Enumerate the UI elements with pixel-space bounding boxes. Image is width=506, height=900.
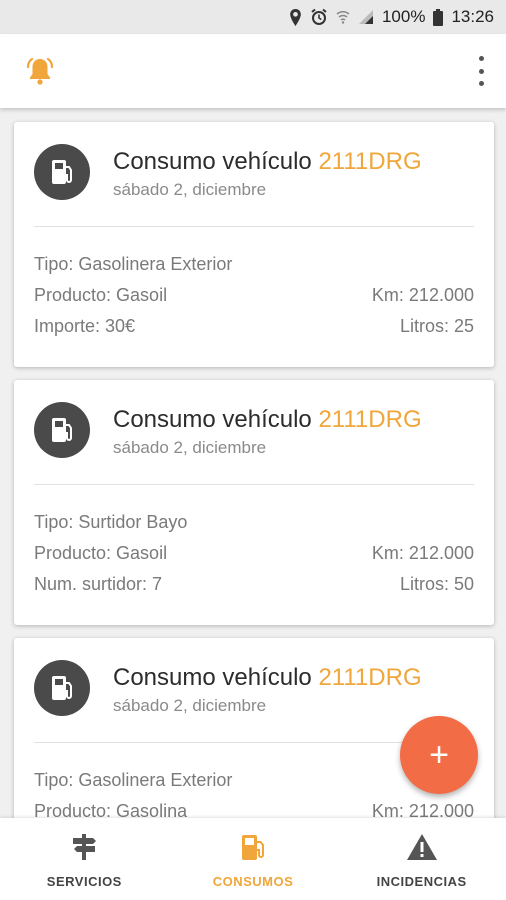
detail-row: Producto: Gasolina Km: 212.000 (34, 801, 474, 818)
divider (34, 226, 474, 227)
app-bar (0, 34, 506, 108)
product: Producto: Gasolina (34, 801, 188, 818)
signal-icon (358, 9, 374, 25)
nav-label: SERVICIOS (46, 874, 122, 889)
consumption-card[interactable]: Consumo vehículo 2111DRG sábado 2, dicie… (14, 380, 494, 625)
card-title-text: Consumo vehículo (113, 406, 312, 433)
more-vertical-icon[interactable] (476, 56, 486, 86)
fuel-pump-avatar-icon (34, 144, 90, 200)
bottom-navigation: SERVICIOS CONSUMOS INCIDENCIAS (0, 818, 506, 900)
nav-item-servicios[interactable]: SERVICIOS (0, 818, 169, 900)
detail-row: Importe: 30€ Litros: 25 (34, 316, 474, 337)
consumption-card[interactable]: Consumo vehículo 2111DRG sábado 2, dicie… (14, 122, 494, 367)
amount: Importe: 30€ (34, 316, 136, 336)
mileage: Km: 212.000 (371, 285, 474, 305)
liters: Litros: 50 (399, 574, 474, 594)
bell-icon[interactable] (24, 55, 56, 87)
fuel-pump-avatar-icon (34, 402, 90, 458)
card-title: Consumo vehículo 2111DRG (113, 664, 422, 692)
card-date: sábado 2, diciembre (113, 180, 267, 199)
nav-label: INCIDENCIAS (376, 874, 467, 889)
pump-number: Num. surtidor: 7 (34, 574, 163, 594)
alarm-icon (310, 8, 328, 26)
divider (34, 484, 474, 485)
vehicle-plate: 2111DRG (318, 664, 422, 691)
card-title-text: Consumo vehículo (113, 664, 312, 691)
fuel-pump-avatar-icon (34, 660, 90, 716)
nav-item-incidencias[interactable]: INCIDENCIAS (337, 818, 506, 900)
wifi-off-icon (336, 9, 350, 25)
clock: 13:26 (451, 7, 494, 26)
battery-icon (433, 8, 444, 26)
product: Producto: Gasoil (34, 543, 168, 563)
status-bar: 100% 13:26 (0, 0, 506, 34)
mileage: Km: 212.000 (371, 801, 474, 818)
card-title: Consumo vehículo 2111DRG (113, 148, 422, 176)
nav-label: CONSUMOS (212, 874, 294, 889)
card-date: sábado 2, diciembre (113, 438, 267, 457)
card-title: Consumo vehículo 2111DRG (113, 406, 422, 434)
liters: Litros: 25 (399, 316, 474, 336)
detail-row: Num. surtidor: 7 Litros: 50 (34, 574, 474, 595)
battery-percentage: 100% (381, 7, 426, 26)
product: Producto: Gasoil (34, 285, 168, 305)
detail-row: Producto: Gasoil Km: 212.000 (34, 285, 474, 306)
nav-item-consumos[interactable]: CONSUMOS (169, 818, 338, 900)
mileage: Km: 212.000 (371, 543, 474, 563)
add-consumption-button[interactable]: + (400, 716, 478, 794)
fuel-type: Tipo: Gasolinera Exterior (34, 770, 233, 790)
plus-icon: + (429, 736, 449, 774)
location-icon (289, 8, 302, 26)
consumption-list: Consumo vehículo 2111DRG sábado 2, dicie… (0, 108, 506, 818)
fuel-type: Tipo: Gasolinera Exterior (34, 254, 233, 274)
detail-row: Tipo: Surtidor Bayo (34, 512, 474, 533)
fuel-type: Tipo: Surtidor Bayo (34, 512, 188, 532)
vehicle-plate: 2111DRG (318, 148, 422, 175)
vehicle-plate: 2111DRG (318, 406, 422, 433)
card-date: sábado 2, diciembre (113, 696, 267, 715)
signpost-icon (69, 832, 99, 862)
card-title-text: Consumo vehículo (113, 148, 312, 175)
fuel-pump-icon (239, 832, 267, 862)
detail-row: Tipo: Gasolinera Exterior (34, 254, 474, 275)
warning-icon (406, 832, 438, 862)
detail-row: Producto: Gasoil Km: 212.000 (34, 543, 474, 564)
